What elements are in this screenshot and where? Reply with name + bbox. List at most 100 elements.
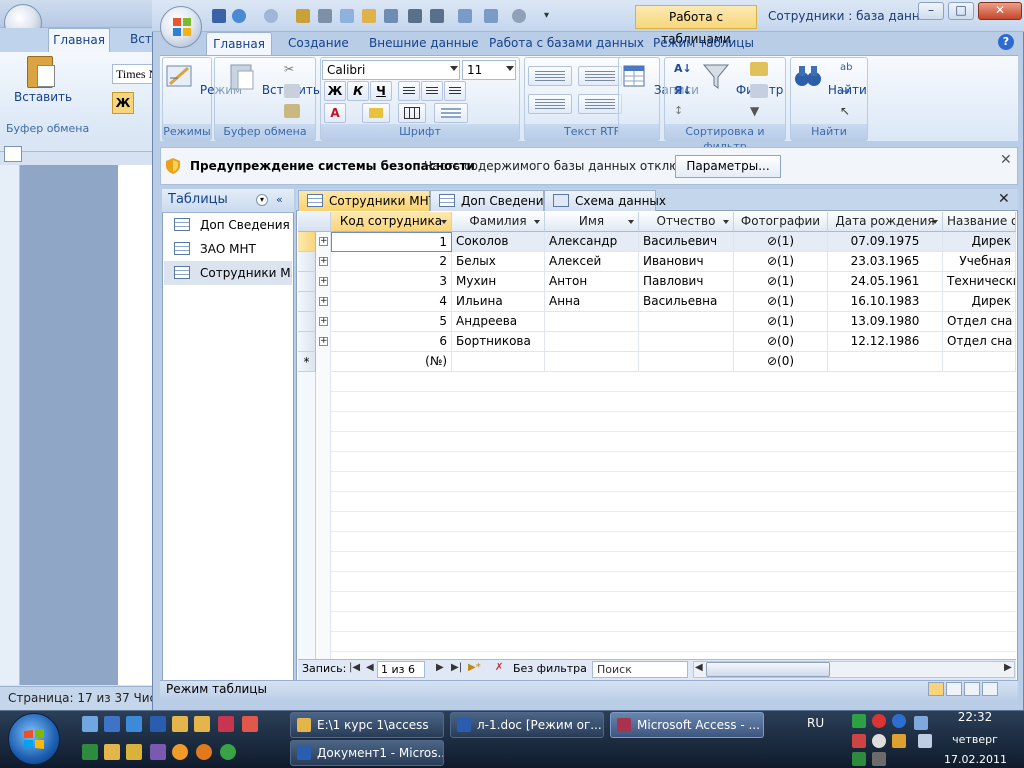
cell-patronymic[interactable]: Иванович bbox=[639, 252, 734, 272]
qat-form-icon[interactable] bbox=[384, 9, 398, 23]
close-icon[interactable]: ✕ bbox=[1000, 152, 1012, 168]
tab-home[interactable]: Главная bbox=[206, 32, 272, 56]
expand-icon[interactable]: + bbox=[319, 317, 328, 326]
taskbar-button-word-doc[interactable]: л-1.doc [Режим ог... bbox=[450, 712, 604, 738]
font-color-button[interactable]: A bbox=[324, 103, 346, 123]
align-center-button[interactable] bbox=[421, 81, 443, 101]
cell-birthdate[interactable]: 23.03.1965 bbox=[828, 252, 943, 272]
close-button[interactable]: ✕ bbox=[978, 2, 1022, 20]
quicklaunch-icon[interactable] bbox=[126, 716, 142, 732]
volume-icon[interactable] bbox=[918, 734, 932, 748]
save-icon[interactable] bbox=[212, 9, 226, 23]
toggle-filter-icon[interactable]: ▼ bbox=[750, 104, 768, 118]
word-bold-button[interactable]: Ж bbox=[112, 92, 134, 114]
qat-design-icon[interactable] bbox=[362, 9, 376, 23]
word-tab-home[interactable]: Главная bbox=[48, 28, 110, 52]
goto-icon[interactable]: → bbox=[840, 84, 858, 98]
cell-position[interactable]: Отдел сна bbox=[943, 332, 1016, 352]
row-selector[interactable] bbox=[298, 292, 316, 312]
first-record-icon[interactable]: |◀ bbox=[349, 662, 360, 673]
copy-icon[interactable] bbox=[284, 84, 300, 98]
cell-name[interactable] bbox=[545, 332, 639, 352]
cut-icon[interactable]: ✂ bbox=[284, 62, 300, 76]
align-left-button[interactable] bbox=[398, 81, 420, 101]
cell-new-birthdate[interactable] bbox=[828, 352, 943, 372]
quicklaunch-icon[interactable] bbox=[104, 744, 120, 760]
clear-sort-icon[interactable]: ↕ bbox=[674, 104, 692, 118]
expand-icon[interactable]: + bbox=[319, 297, 328, 306]
cell-surname[interactable]: Мухин bbox=[452, 272, 545, 292]
column-header-birthdate[interactable]: Дата рождения bbox=[828, 212, 943, 232]
tray-app-icon[interactable] bbox=[872, 752, 886, 766]
alternate-fill-button[interactable] bbox=[434, 103, 468, 123]
pivot-table-view-icon[interactable] bbox=[946, 682, 962, 696]
format-painter-icon[interactable] bbox=[284, 104, 300, 118]
cell-name[interactable]: Алексей bbox=[545, 252, 639, 272]
quicklaunch-icon[interactable] bbox=[242, 716, 258, 732]
tray-app-icon[interactable] bbox=[892, 734, 906, 748]
qat-table-icon[interactable] bbox=[458, 9, 472, 23]
excel-icon[interactable] bbox=[82, 744, 98, 760]
cell-photos[interactable]: ⊘(1) bbox=[734, 312, 828, 332]
quicklaunch-icon[interactable] bbox=[126, 744, 142, 760]
align-right-button[interactable] bbox=[444, 81, 466, 101]
quicklaunch-icon[interactable] bbox=[172, 744, 188, 760]
highlight-button[interactable] bbox=[578, 94, 622, 114]
cell-position[interactable]: Учебная bbox=[943, 252, 1016, 272]
close-document-icon[interactable]: ✕ bbox=[998, 191, 1010, 207]
previous-record-icon[interactable]: ◀ bbox=[366, 662, 374, 673]
cell-new-position[interactable] bbox=[943, 352, 1016, 372]
select-all-corner[interactable] bbox=[298, 212, 331, 232]
qat-view-icon[interactable] bbox=[484, 9, 498, 23]
cell-patronymic[interactable]: Васильевич bbox=[639, 232, 734, 252]
records-button[interactable]: Записи bbox=[618, 60, 699, 97]
column-header-photos[interactable]: Фотографии bbox=[734, 212, 828, 232]
cell-surname[interactable]: Андреева bbox=[452, 312, 545, 332]
cell-surname[interactable]: Соколов bbox=[452, 232, 545, 252]
paste-button[interactable]: Вставить bbox=[226, 60, 320, 97]
numbering-button[interactable] bbox=[528, 94, 572, 114]
tray-app-icon[interactable] bbox=[872, 714, 886, 728]
cell-birthdate[interactable]: 13.09.1980 bbox=[828, 312, 943, 332]
taskbar-button-explorer[interactable]: E:\1 курс 1\access bbox=[290, 712, 444, 738]
filter-status[interactable]: Без фильтра bbox=[513, 662, 587, 675]
doc-tab-sotrudniki[interactable]: Сотрудники МНТ bbox=[298, 190, 436, 211]
tray-app-icon[interactable] bbox=[872, 734, 886, 748]
italic-button[interactable]: К bbox=[347, 81, 369, 101]
quicklaunch-icon[interactable] bbox=[150, 744, 166, 760]
doc-tab-dop-svedeniya[interactable]: Доп Сведения bbox=[430, 190, 551, 211]
language-indicator[interactable]: RU bbox=[807, 716, 824, 730]
maximize-button[interactable]: □ bbox=[948, 2, 974, 20]
find-button[interactable]: Найти bbox=[792, 60, 867, 97]
cell-photos[interactable]: ⊘(1) bbox=[734, 232, 828, 252]
cell-patronymic[interactable] bbox=[639, 312, 734, 332]
qat-relations-icon[interactable] bbox=[512, 9, 526, 23]
cell-patronymic[interactable] bbox=[639, 332, 734, 352]
pivot-chart-view-icon[interactable] bbox=[964, 682, 980, 696]
advanced-filter-icon[interactable] bbox=[750, 84, 768, 98]
cell-new-id[interactable]: (№) bbox=[331, 352, 452, 372]
row-selector[interactable] bbox=[298, 312, 316, 332]
redo-icon[interactable] bbox=[264, 9, 278, 23]
tray-app-icon[interactable] bbox=[852, 734, 866, 748]
quicklaunch-icon[interactable] bbox=[220, 744, 236, 760]
cell-id[interactable]: 5 bbox=[331, 312, 452, 332]
cell-position[interactable]: Отдел сна bbox=[943, 312, 1016, 332]
row-selector[interactable] bbox=[298, 272, 316, 292]
qat-open-icon[interactable] bbox=[296, 9, 310, 23]
cell-birthdate[interactable]: 24.05.1961 bbox=[828, 272, 943, 292]
cell-id[interactable]: 4 bbox=[331, 292, 452, 312]
taskbar-button-word-new[interactable]: Документ1 - Micros... bbox=[290, 740, 444, 766]
row-selector[interactable] bbox=[298, 332, 316, 352]
quicklaunch-icon[interactable] bbox=[218, 716, 234, 732]
cell-id[interactable]: 1 bbox=[331, 232, 452, 252]
expand-icon[interactable]: + bbox=[319, 237, 328, 246]
design-view-status-icon[interactable] bbox=[982, 682, 998, 696]
selection-filter-icon[interactable] bbox=[750, 62, 768, 76]
tab-external-data[interactable]: Внешние данные bbox=[369, 32, 478, 56]
network-icon[interactable] bbox=[914, 716, 928, 730]
navigation-pane-title[interactable]: Таблицы bbox=[168, 192, 228, 207]
qat-customize-icon[interactable]: ▾ bbox=[544, 9, 554, 23]
cell-photos[interactable]: ⊘(0) bbox=[734, 332, 828, 352]
cell-surname[interactable]: Белых bbox=[452, 252, 545, 272]
